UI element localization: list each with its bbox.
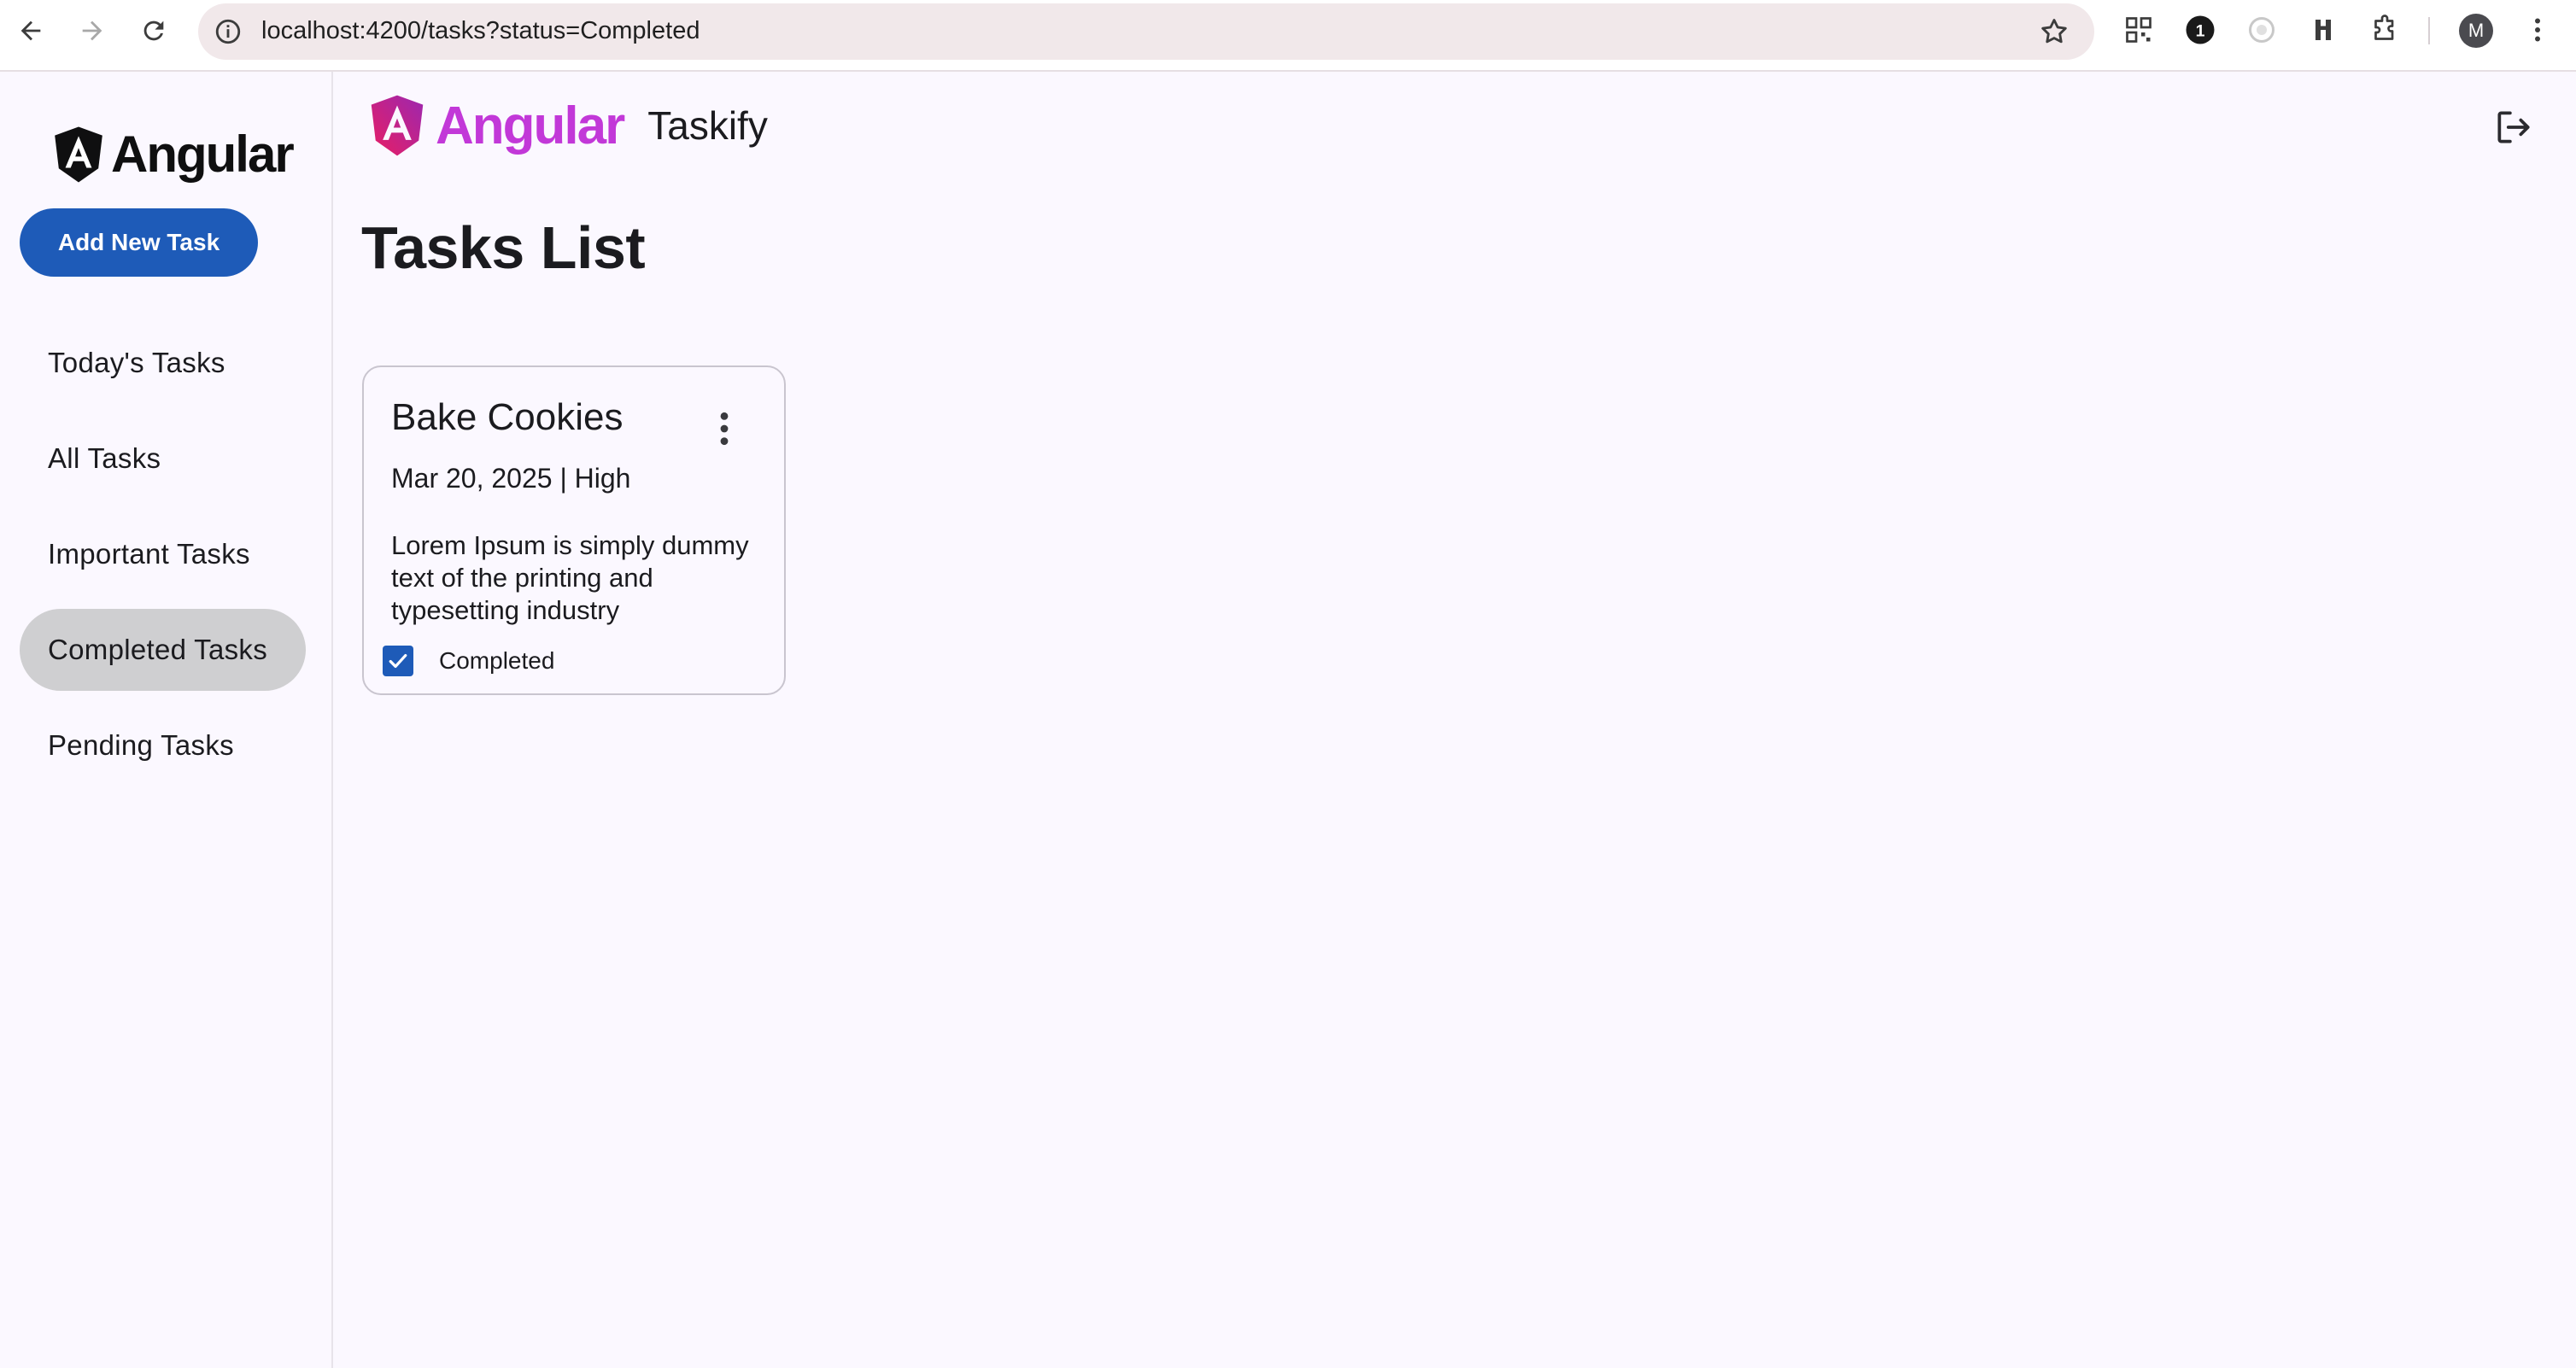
toolbar-divider <box>2428 17 2430 44</box>
task-completed-checkbox[interactable] <box>383 646 413 676</box>
browser-menu-button[interactable] <box>2520 13 2555 47</box>
app-header-brand[interactable]: Angular Taskify <box>367 94 768 157</box>
back-button[interactable] <box>12 12 50 50</box>
address-bar[interactable]: localhost:4200/tasks?status=Completed <box>198 3 2094 60</box>
sidebar: Angular Add New Task Today's Tasks All T… <box>0 72 333 1368</box>
reload-icon <box>143 20 164 41</box>
bookmark-star-icon[interactable] <box>2038 15 2070 48</box>
add-new-task-button[interactable]: Add New Task <box>20 208 258 277</box>
sidebar-item-completed-tasks[interactable]: Completed Tasks <box>20 609 306 691</box>
site-info-icon[interactable] <box>214 17 243 46</box>
app-name: Taskify <box>647 103 768 148</box>
angular-logo-icon <box>55 126 102 182</box>
task-card: Bake Cookies Mar 20, 2025 | High Lorem I… <box>362 365 786 695</box>
profile-avatar[interactable]: M <box>2459 14 2493 48</box>
angular-gradient-logo-icon <box>371 95 424 156</box>
qr-code-icon <box>2126 17 2152 43</box>
sidebar-logo[interactable]: Angular <box>51 125 295 184</box>
sidebar-item-important-tasks[interactable]: Important Tasks <box>20 513 306 595</box>
brand-text: Angular <box>436 96 625 155</box>
sidebar-item-all-tasks[interactable]: All Tasks <box>20 418 306 500</box>
puzzle-icon <box>2374 15 2394 40</box>
task-description: Lorem Ipsum is simply dummy text of the … <box>391 530 749 625</box>
password-manager-icon: 1 <box>2186 15 2215 44</box>
spinner-icon <box>2249 17 2274 43</box>
sidebar-item-todays-tasks[interactable]: Today's Tasks <box>20 322 306 404</box>
more-vert-icon[interactable] <box>714 410 735 447</box>
disabled-extension[interactable] <box>2245 13 2279 47</box>
extensions-button[interactable] <box>2368 13 2402 47</box>
page-title: Tasks List <box>361 214 646 281</box>
extension-badge: 1 <box>2196 22 2205 41</box>
url-text[interactable]: localhost:4200/tasks?status=Completed <box>261 17 700 45</box>
arrow-right-icon <box>82 20 102 41</box>
task-date-priority: Mar 20, 2025 | High <box>391 463 631 494</box>
task-status-label[interactable]: Completed <box>439 647 554 675</box>
qr-code-extension[interactable] <box>2122 13 2156 47</box>
arrow-left-icon <box>20 20 41 41</box>
forward-button[interactable] <box>73 12 111 50</box>
kebab-menu-icon <box>2535 18 2540 42</box>
password-manager-extension[interactable]: 1 <box>2183 13 2217 47</box>
puzzle-extension[interactable] <box>2306 13 2340 47</box>
gift-icon <box>2315 20 2331 40</box>
browser-toolbar: localhost:4200/tasks?status=Completed 1 <box>0 0 2576 72</box>
sidebar-logo-text: Angular <box>111 126 295 183</box>
logout-icon[interactable] <box>2492 106 2535 149</box>
sidebar-item-pending-tasks[interactable]: Pending Tasks <box>20 704 306 786</box>
check-icon <box>389 653 407 669</box>
reload-button[interactable] <box>135 12 173 50</box>
task-title: Bake Cookies <box>391 396 624 438</box>
